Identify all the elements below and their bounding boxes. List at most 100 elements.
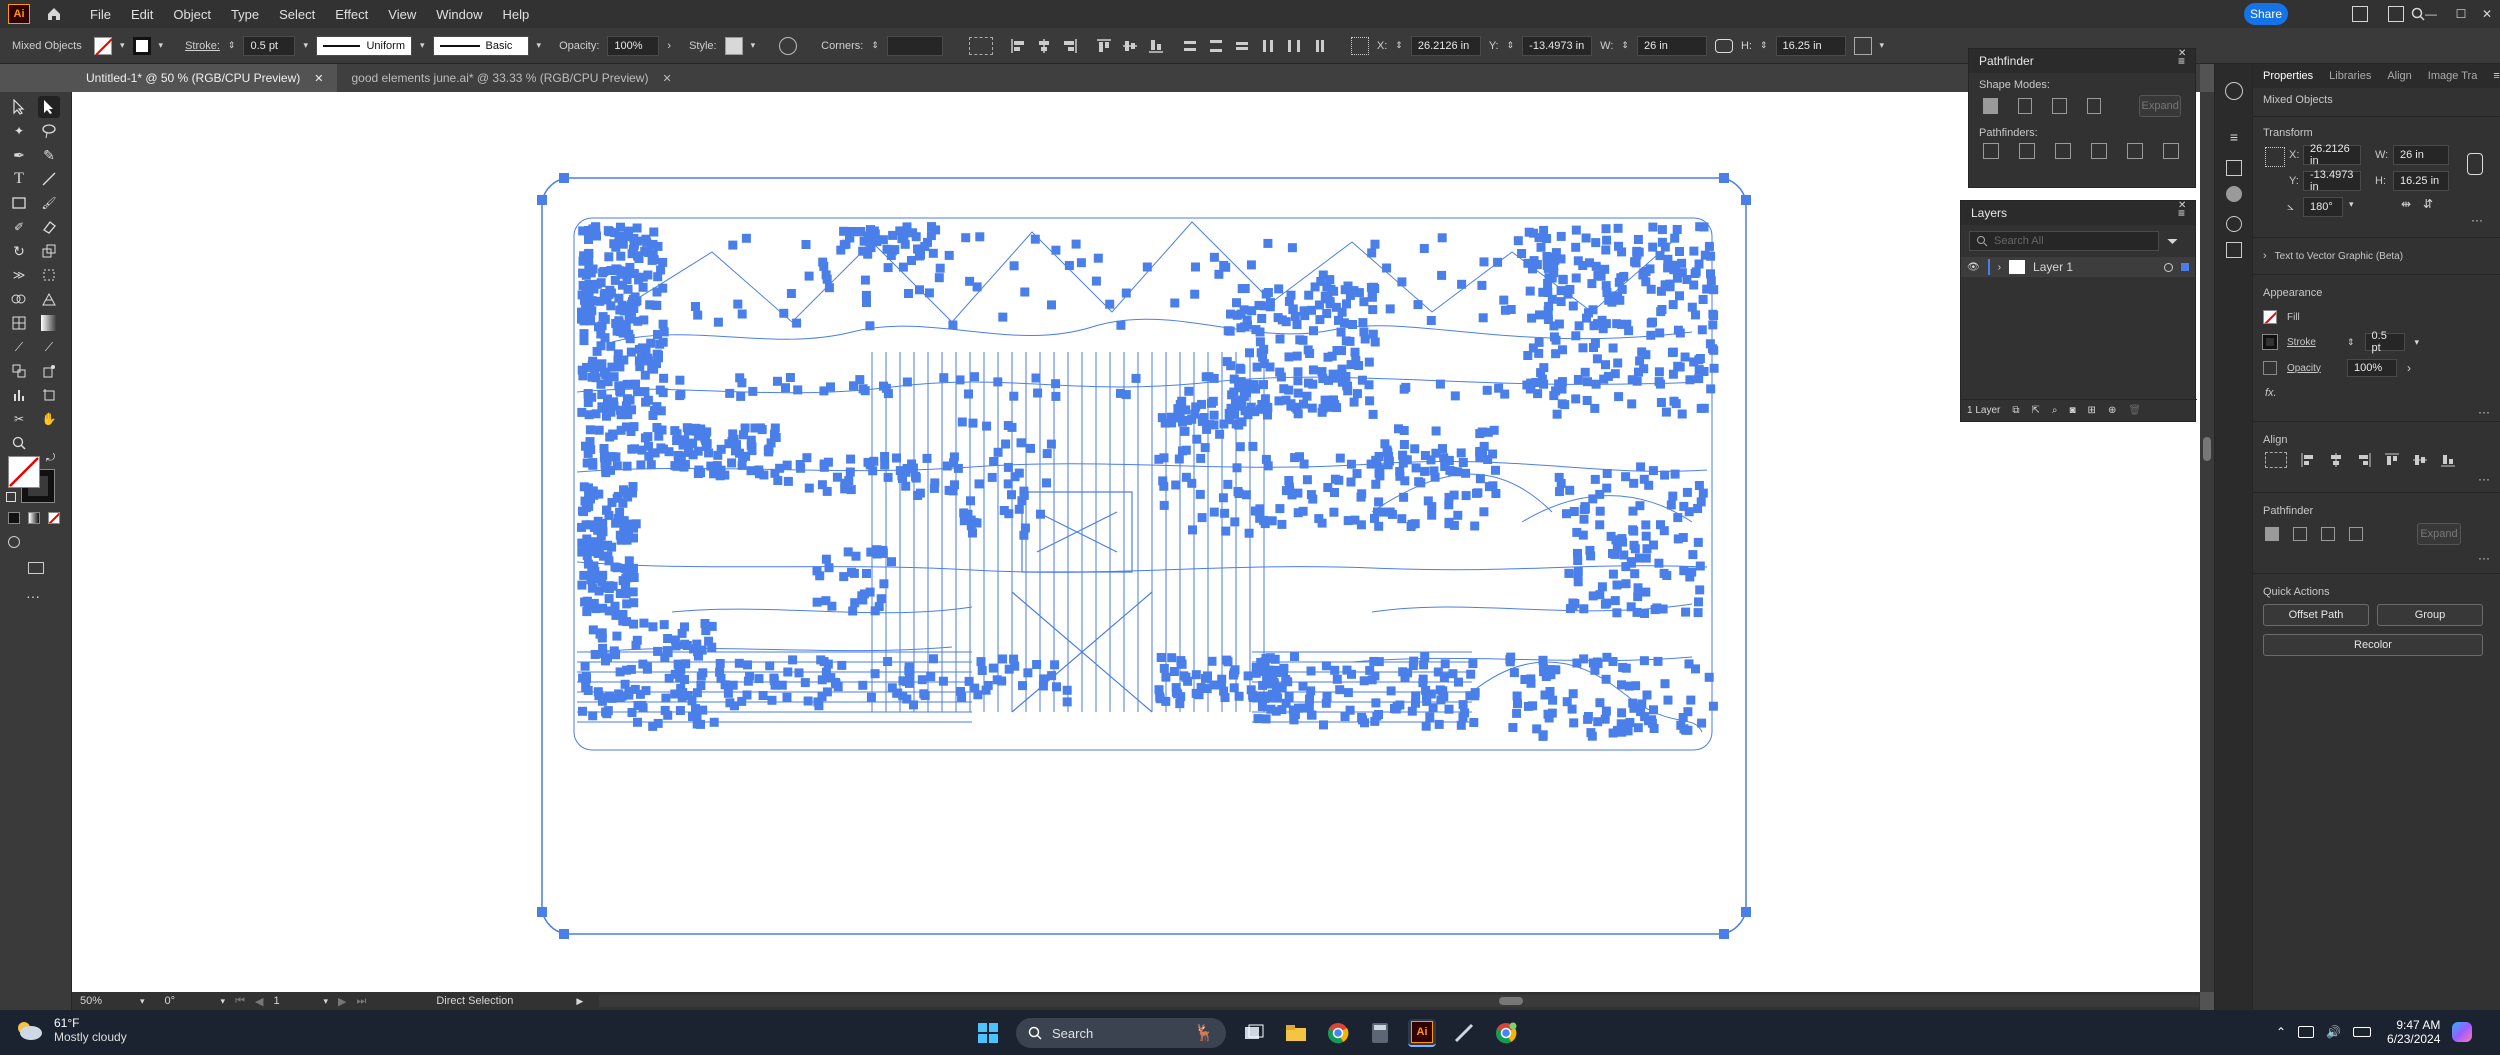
file-explorer-icon[interactable] — [1282, 1019, 1310, 1047]
anchor-point[interactable] — [1704, 672, 1714, 682]
x-field[interactable]: 26.2126 in — [1410, 35, 1481, 56]
anchor-point[interactable] — [1358, 318, 1368, 328]
anchor-point[interactable] — [1565, 485, 1575, 495]
anchor-point[interactable] — [1706, 384, 1716, 394]
anchor-point[interactable] — [1461, 468, 1471, 478]
anchor-point[interactable] — [1573, 567, 1583, 576]
anchor-point[interactable] — [1681, 725, 1691, 735]
anchor-point[interactable] — [604, 510, 614, 520]
distribute-top-icon[interactable] — [1181, 37, 1199, 55]
scene-path[interactable] — [611, 318, 1693, 343]
first-artboard-icon[interactable]: ⏮ — [235, 995, 245, 1008]
anchor-point[interactable] — [537, 195, 547, 205]
anchor-point[interactable] — [1259, 301, 1269, 311]
anchor-point[interactable] — [1062, 697, 1072, 707]
anchor-point[interactable] — [800, 678, 810, 688]
anchor-point[interactable] — [638, 282, 648, 292]
menu-edit[interactable]: Edit — [131, 7, 153, 22]
width-tool-icon[interactable]: ≫ — [8, 264, 30, 286]
anchor-point[interactable] — [1324, 375, 1333, 385]
anchor-point[interactable] — [989, 457, 999, 466]
anchor-point[interactable] — [1243, 671, 1253, 681]
anchor-point[interactable] — [1322, 309, 1332, 318]
anchor-point[interactable] — [1306, 686, 1316, 696]
anchor-point[interactable] — [1458, 458, 1468, 467]
anchor-point[interactable] — [1339, 375, 1349, 385]
anchor-point[interactable] — [1332, 346, 1342, 355]
anchor-point[interactable] — [1633, 723, 1643, 733]
anchor-point[interactable] — [1551, 665, 1561, 675]
anchor-point[interactable] — [741, 233, 751, 243]
clock[interactable]: 9:47 AM 6/23/2024 — [2387, 1018, 2440, 1046]
trim-icon[interactable] — [2019, 143, 2035, 159]
anchor-point[interactable] — [1608, 657, 1618, 666]
anchor-point[interactable] — [658, 388, 668, 398]
anchor-point[interactable] — [1448, 669, 1458, 679]
magic-wand-tool-icon[interactable]: ✦ — [8, 120, 30, 142]
anchor-point[interactable] — [1527, 313, 1537, 323]
anchor-point[interactable] — [630, 297, 640, 307]
minus-front-icon[interactable] — [2293, 527, 2307, 541]
anchor-point[interactable] — [964, 389, 973, 399]
anchor-point[interactable] — [1420, 652, 1430, 662]
anchor-point[interactable] — [578, 371, 588, 381]
intersect-icon[interactable] — [2052, 98, 2067, 114]
opacity-field[interactable]: 100% — [2347, 359, 2397, 377]
anchor-point[interactable] — [597, 321, 607, 331]
anchor-point[interactable] — [1197, 414, 1207, 424]
anchor-point[interactable] — [1016, 438, 1026, 448]
anchor-point[interactable] — [858, 246, 868, 256]
vertical-scrollbar-track[interactable] — [2200, 92, 2214, 992]
anchor-point[interactable] — [1617, 708, 1627, 718]
anchor-point[interactable] — [646, 338, 656, 348]
anchor-point[interactable] — [1614, 392, 1624, 402]
anchor-point[interactable] — [850, 598, 860, 608]
anchor-point[interactable] — [1556, 286, 1566, 296]
anchor-point[interactable] — [737, 309, 747, 319]
anchor-point[interactable] — [1684, 507, 1694, 517]
chevron-down-icon[interactable]: ▾ — [751, 40, 756, 51]
mesh-tool-icon[interactable] — [8, 312, 30, 334]
anchor-point[interactable] — [1392, 701, 1402, 711]
anchor-point[interactable] — [1641, 587, 1651, 597]
opacity-label[interactable]: Opacity — [2287, 363, 2337, 374]
anchor-point[interactable] — [1673, 325, 1683, 335]
chevron-down-icon[interactable]: ▾ — [1880, 40, 1885, 51]
lasso-tool-icon[interactable] — [38, 120, 60, 142]
merge-icon[interactable] — [2055, 143, 2071, 159]
anchor-point[interactable] — [1475, 474, 1485, 484]
anchor-point[interactable] — [955, 375, 965, 385]
anchor-point[interactable] — [1595, 506, 1605, 516]
stroke-label[interactable]: Stroke — [2287, 337, 2337, 348]
x-field[interactable]: 26.2126 in — [2303, 143, 2361, 167]
anchor-point[interactable] — [1191, 402, 1201, 412]
anchor-point[interactable] — [1694, 355, 1704, 365]
anchor-point[interactable] — [585, 425, 595, 435]
anchor-point[interactable] — [773, 476, 783, 485]
anchor-point[interactable] — [1709, 285, 1719, 295]
anchor-point[interactable] — [609, 646, 619, 656]
anchor-point[interactable] — [1649, 705, 1658, 715]
anchor-point[interactable] — [1633, 583, 1643, 593]
anchor-point[interactable] — [970, 372, 979, 382]
anchor-point[interactable] — [1038, 681, 1048, 691]
anchor-point[interactable] — [727, 458, 737, 468]
anchor-point[interactable] — [1672, 273, 1682, 283]
anchor-point[interactable] — [754, 674, 764, 684]
anchor-point[interactable] — [1332, 674, 1342, 684]
anchor-point[interactable] — [1364, 357, 1374, 367]
y-field[interactable]: -13.4973 in — [1522, 35, 1593, 56]
anchor-point[interactable] — [736, 391, 746, 401]
anchor-point[interactable] — [1215, 429, 1225, 439]
anchor-point[interactable] — [1426, 316, 1436, 325]
anchor-point[interactable] — [1573, 256, 1583, 266]
anchor-point[interactable] — [1574, 321, 1584, 331]
anchor-point[interactable] — [648, 239, 658, 249]
expand-button[interactable]: Expand — [2417, 523, 2461, 545]
align-to-icon[interactable] — [2265, 452, 2287, 468]
anchor-point[interactable] — [1431, 426, 1441, 436]
panel-menu-icon[interactable]: ≡ — [2493, 70, 2499, 82]
anchor-point[interactable] — [1466, 669, 1476, 679]
anchor-point[interactable] — [1693, 504, 1703, 513]
anchor-point[interactable] — [1178, 417, 1187, 427]
